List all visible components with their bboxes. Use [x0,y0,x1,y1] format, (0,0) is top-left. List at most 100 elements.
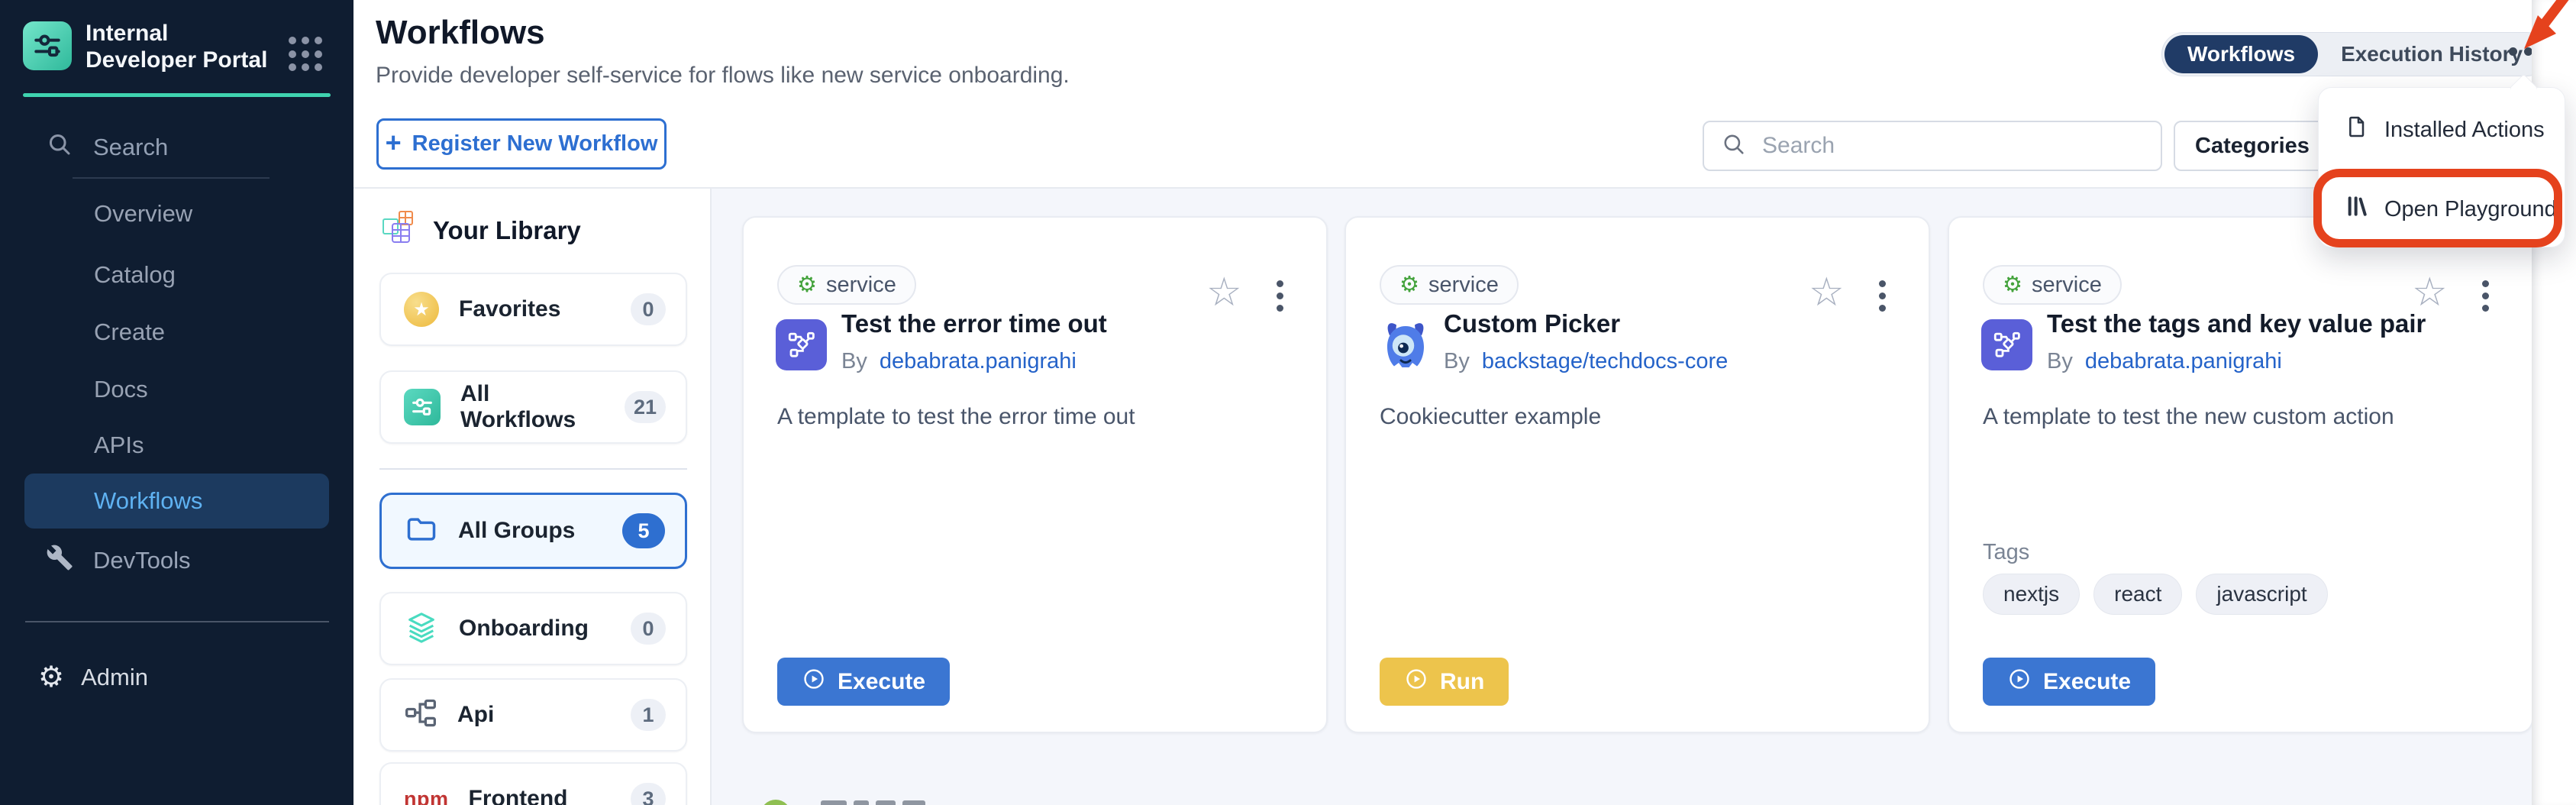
npm-icon: npm [404,787,449,805]
play-circle-icon [2007,667,2032,697]
sidebar-divider [25,621,329,622]
card-author-row: By debabrata.panigrahi [2047,349,2282,374]
gear-icon: ⚙ [38,663,64,692]
card-description: Cookiecutter example [1380,404,1906,430]
card-menu-icon[interactable] [1879,280,1886,312]
sidebar-item-create[interactable]: Create [46,312,336,352]
register-new-workflow-button[interactable]: + Register New Workflow [376,118,667,170]
library-item-all-groups-selected[interactable]: All Groups 5 [379,493,687,569]
card-author-row: By debabrata.panigrahi [841,349,1077,374]
kind-chip: ⚙ service [777,265,916,305]
categories-label: Categories [2195,134,2310,159]
page-title: Workflows [376,14,545,52]
search-input[interactable] [1761,132,2130,160]
count-badge-selected: 5 [622,513,665,548]
star-coin-icon: ★ [404,292,439,327]
tab-workflows[interactable]: Workflows [2164,35,2318,73]
app-grid-icon[interactable] [289,37,324,72]
card-title: Test the tags and key value pair [2047,309,2426,338]
sidebar-item-overview[interactable]: Overview [46,194,336,234]
card-description: A template to test the error time out [777,404,1304,430]
service-gear-icon: ⚙ [1399,274,1419,296]
workflow-icon [404,389,441,425]
library-item-all-workflows[interactable]: All Workflows 21 [379,370,687,444]
sidebar-item-docs[interactable]: Docs [46,370,336,409]
library-panel: Your Library ★ Favorites 0 All Workflows… [353,189,712,805]
register-button-label: Register New Workflow [412,131,658,157]
menu-item-installed-actions[interactable]: Installed Actions [2319,105,2565,155]
service-gear-icon: ⚙ [2003,274,2022,296]
count-badge: 3 [631,783,666,805]
layers-icon [404,609,439,648]
workflow-card-tags-key-value: ⚙ service ☆ Test the tags and key value … [1948,216,2533,733]
service-gear-icon: ⚙ [797,274,817,296]
tags-label: Tags [1983,540,2029,565]
card-menu-icon[interactable] [1277,280,1283,312]
sidebar-item-workflows-active[interactable]: Workflows [24,474,329,529]
sidebar-search-underline [73,177,270,179]
play-circle-icon [1404,667,1428,697]
favorite-star-icon[interactable]: ☆ [1206,273,1242,312]
favorite-star-icon[interactable]: ☆ [1809,273,1845,312]
brand-accent-divider [23,93,331,97]
count-badge: 1 [631,699,666,731]
execute-button[interactable]: Execute [1983,658,2155,706]
kind-chip: ⚙ service [1983,265,2122,305]
workflow-card-custom-picker: ⚙ service ☆ Custom Picker By backs [1344,216,1930,733]
workflow-grid: ⚙ service ☆ Test the error time out By d… [712,189,2532,805]
count-badge: 0 [631,613,666,645]
library-divider [379,468,687,470]
tree-icon [404,697,437,734]
library-item-favorites[interactable]: ★ Favorites 0 [379,273,687,346]
page-subtitle: Provide developer self-service for flows… [376,63,1070,89]
sidebar: Internal Developer Portal Search Overvie… [0,0,353,805]
monster-icon [1378,315,1433,373]
sidebar-item-admin[interactable]: ⚙ Admin [38,657,328,698]
card-author-row: By backstage/techdocs-core [1444,349,1728,374]
library-item-onboarding[interactable]: Onboarding 0 [379,592,687,665]
menu-item-open-playground[interactable]: Open Playground [2319,184,2565,234]
workflow-search [1703,121,2162,171]
run-button[interactable]: Run [1380,658,1509,706]
favorite-star-icon[interactable]: ☆ [2412,273,2448,312]
search-icon [1721,131,1747,161]
workflow-card-test-error-timeout: ⚙ service ☆ Test the error time out By d… [742,216,1328,733]
author-link[interactable]: debabrata.panigrahi [2085,349,2282,374]
author-link[interactable]: backstage/techdocs-core [1482,349,1728,374]
card-title: Test the error time out [841,309,1107,338]
kind-chip: ⚙ service [1380,265,1519,305]
library-icon [2345,194,2369,225]
app-root: Internal Developer Portal Search Overvie… [0,0,2576,805]
view-toggle: Workflows Execution History [2161,32,2549,76]
execute-button[interactable]: Execute [777,658,950,706]
sidebar-item-apis[interactable]: APIs [46,425,336,465]
library-item-api[interactable]: Api 1 [379,678,687,752]
library-header: Your Library [379,209,581,252]
sidebar-search-label: Search [93,134,168,161]
author-link[interactable]: debabrata.panigrahi [880,349,1077,374]
folder-icon [405,512,438,550]
sidebar-item-catalog[interactable]: Catalog [46,255,336,295]
more-options-menu: Installed Actions Open Playground [2318,87,2565,247]
wrench-icon [46,544,73,577]
count-badge: 0 [631,293,666,325]
admin-label: Admin [81,664,148,691]
document-icon [2345,115,2369,145]
card-description: A template to test the new custom action [1983,404,2510,430]
sidebar-search[interactable]: Search [46,128,321,166]
library-title: Your Library [433,216,581,245]
tag-nextjs[interactable]: nextjs [1983,574,2080,615]
card-menu-icon[interactable] [2482,280,2489,312]
flowchart-icon [776,319,827,370]
devtools-label: DevTools [93,547,191,574]
brand-title: Internal Developer Portal [86,20,276,73]
flowchart-icon [1981,319,2032,370]
play-circle-icon [802,667,826,697]
sidebar-item-devtools[interactable]: DevTools [46,541,336,580]
search-icon [46,131,73,164]
library-item-frontend[interactable]: npm Frontend 3 [379,762,687,805]
brand-logo-icon [23,21,72,70]
next-section-icon [760,800,791,805]
tag-javascript[interactable]: javascript [2196,574,2327,615]
tag-react[interactable]: react [2093,574,2182,615]
